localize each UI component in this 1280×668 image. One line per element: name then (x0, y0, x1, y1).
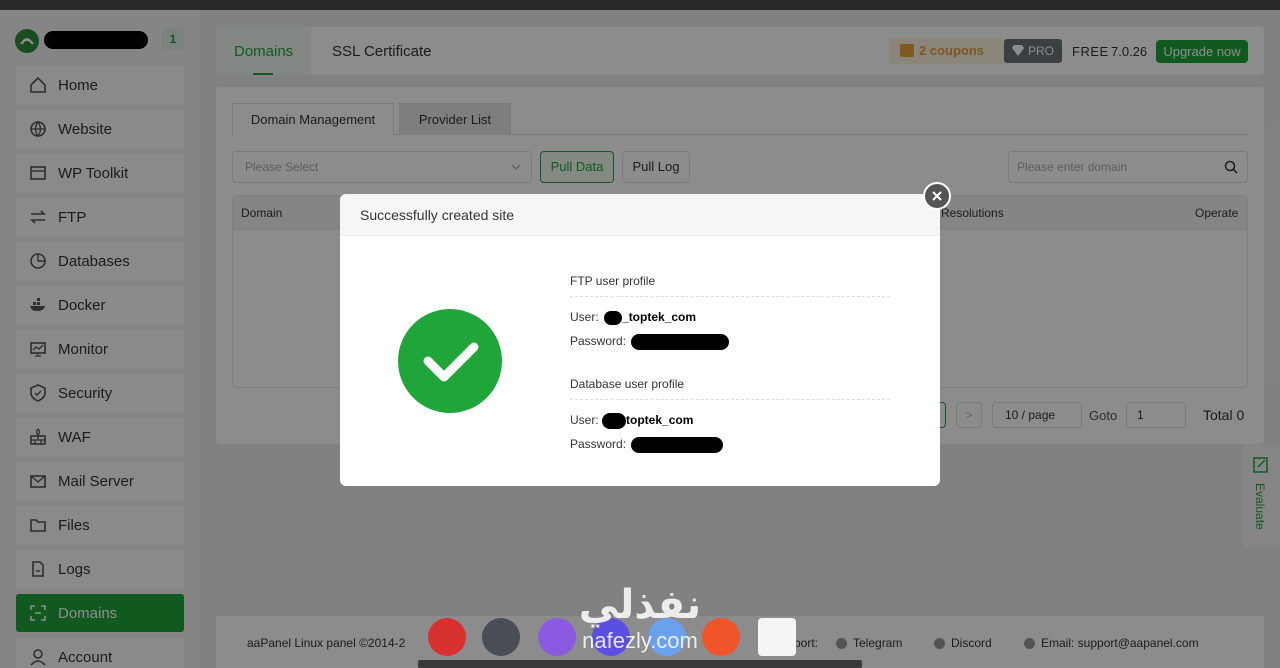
success-dialog: Successfully created site FTP user profi… (340, 194, 940, 486)
ftp-profile-title: FTP user profile (570, 274, 656, 288)
db-profile-title: Database user profile (570, 377, 685, 391)
db-user-row: User: toptek_com (570, 413, 693, 429)
ftp-password-redacted[interactable] (631, 334, 730, 350)
db-password-redacted[interactable] (631, 437, 724, 453)
success-check-icon (398, 309, 502, 413)
dialog-header: Successfully created site (340, 194, 940, 236)
ftp-password-row: Password: (570, 334, 730, 350)
redacted-block (604, 310, 623, 325)
close-icon[interactable] (923, 182, 951, 210)
ftp-user-value[interactable]: _toptek_com (622, 310, 696, 324)
ftp-divider (570, 296, 890, 297)
ftp-password-label: Password: (570, 334, 627, 349)
db-user-value[interactable]: toptek_com (626, 413, 693, 427)
ftp-user-label: User: (570, 310, 599, 324)
watermark-arabic: نفذلي (578, 582, 702, 628)
watermark-latin: nafezly.com (582, 628, 698, 653)
ftp-user-row: User: _toptek_com (570, 310, 696, 325)
watermark: نفذلي nafezly.com (560, 582, 720, 668)
redacted-block (602, 413, 627, 429)
db-user-label: User: (570, 413, 599, 428)
db-divider (570, 399, 890, 400)
db-password-label: Password: (570, 437, 627, 452)
db-password-row: Password: (570, 437, 724, 453)
dialog-title: Successfully created site (360, 207, 515, 223)
console-app-icon[interactable] (482, 618, 520, 656)
trash-icon[interactable] (758, 618, 796, 656)
terminal-app-icon[interactable] (428, 618, 466, 656)
